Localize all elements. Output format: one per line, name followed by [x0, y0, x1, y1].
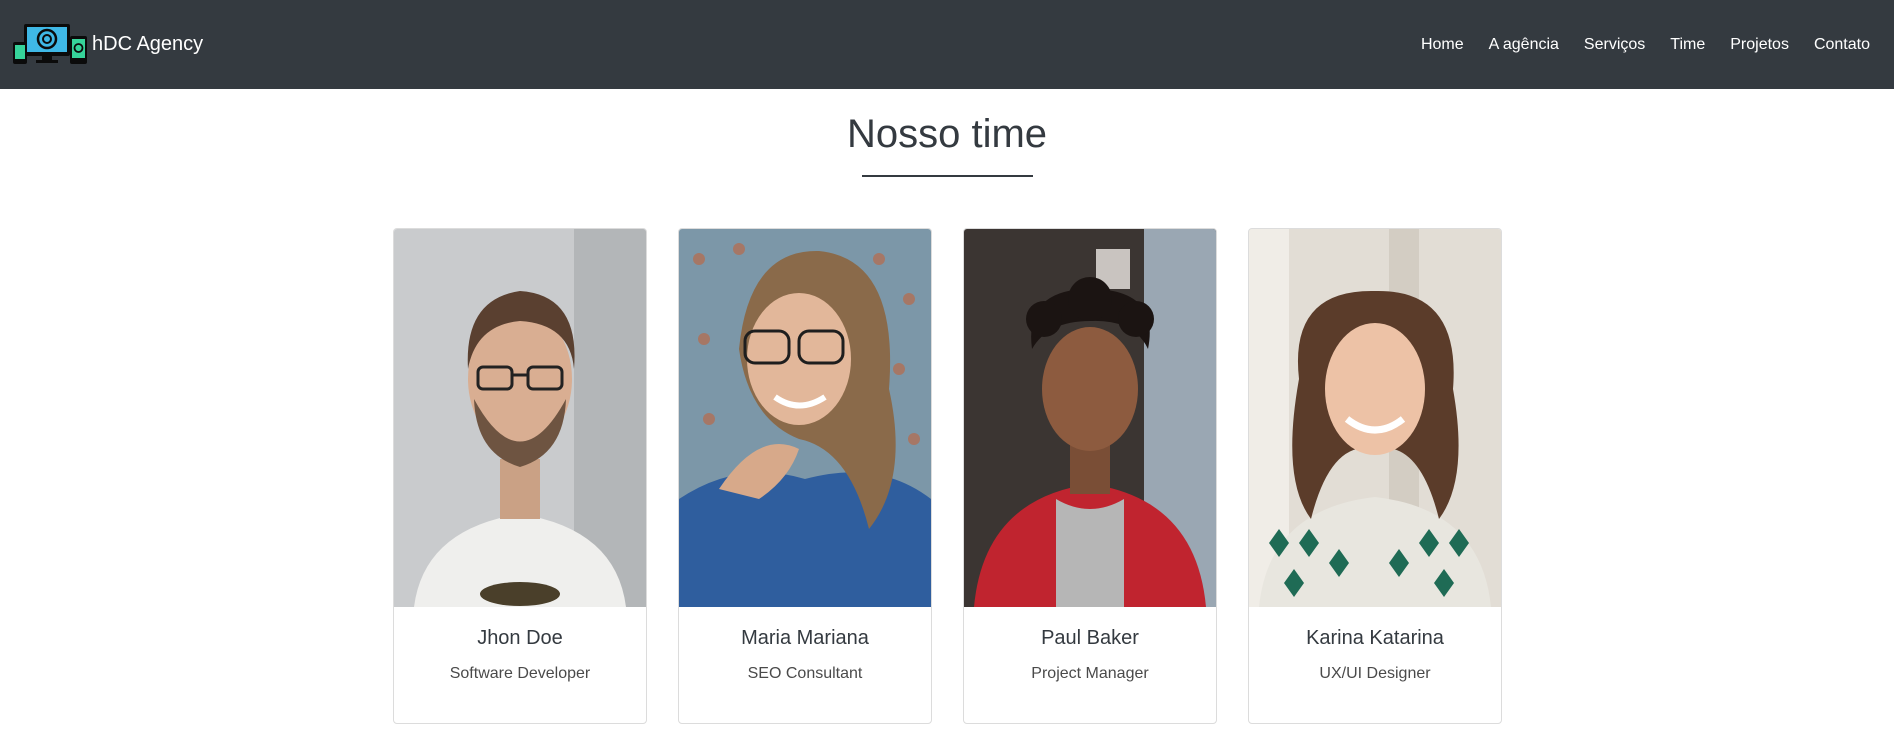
team-card: Jhon Doe Software Developer	[393, 228, 647, 724]
portrait-man-glasses	[394, 229, 646, 607]
navbar: hDC Agency Home A agência Serviços Time …	[0, 0, 1894, 89]
team-card: Paul Baker Project Manager	[963, 228, 1217, 724]
member-name: Karina Katarina	[1306, 627, 1444, 649]
team-card: Maria Mariana SEO Consultant	[678, 228, 932, 724]
devices-logo-icon	[13, 24, 87, 64]
portrait-man-red-jacket	[964, 229, 1216, 607]
member-name: Paul Baker	[1041, 627, 1139, 649]
brand-link[interactable]: hDC Agency	[12, 20, 203, 68]
section-title: Nosso time	[846, 112, 1048, 156]
nav-contact[interactable]: Contato	[1814, 36, 1870, 54]
nav-team[interactable]: Time	[1670, 36, 1705, 54]
nav-projects[interactable]: Projetos	[1730, 36, 1789, 54]
nav-menu: Home A agência Serviços Time Projetos Co…	[1396, 0, 1870, 89]
team-card: Karina Katarina UX/UI Designer	[1248, 228, 1502, 724]
nav-agency[interactable]: A agência	[1489, 36, 1559, 54]
member-name: Maria Mariana	[741, 627, 869, 649]
brand-name: hDC Agency	[92, 32, 204, 55]
member-name: Jhon Doe	[477, 627, 563, 649]
nav-services[interactable]: Serviços	[1584, 36, 1645, 54]
nav-home[interactable]: Home	[1421, 36, 1464, 54]
member-role: SEO Consultant	[747, 665, 863, 682]
portrait-woman-glasses	[679, 229, 931, 607]
member-role: UX/UI Designer	[1319, 665, 1431, 682]
portrait-woman-curly-hair	[1249, 229, 1501, 607]
member-role: Project Manager	[1031, 665, 1149, 682]
member-role: Software Developer	[449, 665, 591, 682]
title-underline	[862, 175, 1033, 177]
